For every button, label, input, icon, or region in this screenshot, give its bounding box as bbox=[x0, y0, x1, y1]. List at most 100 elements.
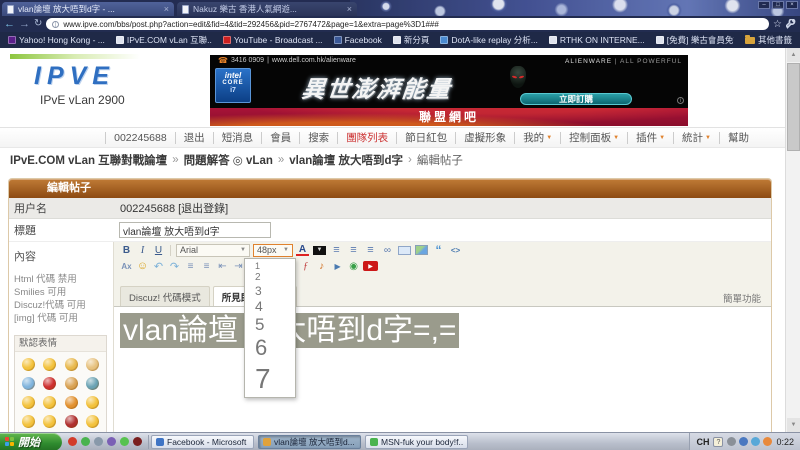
font-size-select[interactable]: 48px ▼ bbox=[253, 244, 293, 257]
smile-emoticon[interactable] bbox=[22, 358, 35, 371]
tray-update-icon[interactable] bbox=[763, 437, 772, 446]
back-icon[interactable]: ← bbox=[4, 17, 15, 31]
nav-item[interactable]: 團隊列表 bbox=[337, 132, 396, 144]
sweat-emoticon[interactable] bbox=[22, 415, 35, 428]
nav-item[interactable]: 搜索 bbox=[299, 132, 337, 144]
mad-emoticon[interactable] bbox=[65, 396, 78, 409]
taskbar-task-button[interactable]: vlan論壇 放大唔到d... bbox=[258, 435, 361, 449]
align-right-icon[interactable]: ≡ bbox=[364, 244, 377, 257]
ad-info-icon[interactable]: i bbox=[677, 97, 684, 104]
audio-icon[interactable]: ♪ bbox=[315, 260, 328, 273]
bookmark-item[interactable]: DotA-like replay 分析... bbox=[440, 34, 537, 46]
redo-icon[interactable]: ↷ bbox=[168, 260, 181, 273]
start-button[interactable]: 開始 bbox=[0, 433, 62, 450]
forward-icon[interactable]: → bbox=[19, 17, 30, 31]
maximize-button[interactable]: □ bbox=[772, 1, 784, 9]
remove-format-icon[interactable]: Ax bbox=[120, 260, 133, 273]
tab-close-icon[interactable]: × bbox=[164, 4, 169, 14]
clock-emoticon[interactable] bbox=[22, 377, 35, 390]
wrench-menu-icon[interactable] bbox=[786, 19, 796, 29]
font-family-select[interactable]: Arial ▼ bbox=[176, 244, 250, 257]
tab-close-icon[interactable]: × bbox=[347, 4, 352, 14]
flash-icon[interactable]: ƒ bbox=[299, 260, 312, 273]
tray-users-icon[interactable] bbox=[739, 437, 748, 446]
bookmark-item[interactable]: RTHK ON INTERNE... bbox=[549, 35, 645, 45]
code-icon[interactable]: <> bbox=[449, 244, 462, 257]
ad-order-button[interactable]: 立即訂購 bbox=[520, 93, 632, 105]
link-icon[interactable]: ∞ bbox=[381, 244, 394, 257]
align-center-icon[interactable]: ≡ bbox=[347, 244, 360, 257]
ad-sub-banner[interactable]: 聯盟網吧 bbox=[210, 108, 688, 126]
insert-smiley-icon[interactable]: ☺ bbox=[136, 260, 149, 273]
vertical-scrollbar[interactable]: ▲ ▼ bbox=[785, 48, 800, 432]
nav-item[interactable]: 虛擬形象 bbox=[455, 132, 514, 144]
chat-icon[interactable]: “ bbox=[432, 244, 445, 257]
bookmark-item[interactable]: 新分頁 bbox=[393, 34, 430, 46]
language-indicator[interactable]: CH bbox=[696, 437, 709, 447]
video-icon[interactable]: ▶ bbox=[331, 260, 344, 273]
image-icon[interactable] bbox=[415, 245, 428, 255]
breadcrumb-item[interactable]: vlan論壇 放大唔到d字 bbox=[289, 152, 403, 168]
help-icon[interactable]: ? bbox=[713, 437, 723, 447]
simple-mode-link[interactable]: 簡單功能 bbox=[723, 291, 761, 305]
laugh-emoticon[interactable] bbox=[43, 415, 56, 428]
taskbar-task-button[interactable]: MSN-fuk your body!f... bbox=[365, 435, 468, 449]
editor-content-area[interactable]: vlan論壇 放大唔到d字=,= bbox=[114, 306, 771, 432]
scrollbar-thumb[interactable] bbox=[787, 63, 800, 151]
media-icon[interactable]: ◉ bbox=[347, 260, 360, 273]
font-size-option[interactable]: 3 bbox=[245, 284, 295, 298]
nav-item[interactable]: 會員 bbox=[261, 132, 299, 144]
nav-item[interactable]: 控制面板 ▼ bbox=[560, 132, 627, 144]
minimize-button[interactable]: – bbox=[758, 1, 770, 9]
handshake-emoticon[interactable] bbox=[65, 377, 78, 390]
bookmark-item[interactable]: Facebook bbox=[334, 35, 382, 45]
browser-tab[interactable]: Nakuz 樂古 香港人氣網遊... × bbox=[177, 2, 357, 16]
font-size-option[interactable]: 5 bbox=[245, 315, 295, 335]
quicklaunch-icon-3[interactable] bbox=[94, 437, 103, 446]
quicklaunch-icon-4[interactable] bbox=[107, 437, 116, 446]
outdent-icon[interactable]: ⇤ bbox=[216, 260, 229, 273]
breadcrumb-item[interactable]: IPvE.COM vLan 互聯對戰論壇 bbox=[10, 152, 167, 168]
ordered-list-icon[interactable]: ≡ bbox=[184, 260, 197, 273]
tray-volume-icon[interactable] bbox=[727, 437, 736, 446]
nav-item[interactable]: 幫助 bbox=[719, 132, 757, 144]
close-button[interactable]: × bbox=[786, 1, 798, 9]
quicklaunch-icon-5[interactable] bbox=[120, 437, 129, 446]
nav-item[interactable]: 節日紅包 bbox=[396, 132, 455, 144]
font-size-option[interactable]: 2 bbox=[245, 272, 295, 284]
align-left-icon[interactable]: ≡ bbox=[330, 244, 343, 257]
quicklaunch-icon-1[interactable] bbox=[68, 437, 77, 446]
other-bookmarks-button[interactable]: 其他書籤 bbox=[745, 34, 792, 46]
font-size-option[interactable]: 7 bbox=[245, 362, 295, 396]
nav-item[interactable]: 統計 ▼ bbox=[673, 132, 719, 144]
bookmark-star-icon[interactable]: ☆ bbox=[773, 19, 782, 30]
taskbar-task-button[interactable]: Facebook - Microsoft I... bbox=[151, 435, 254, 449]
site-logo[interactable]: IPVE bbox=[34, 62, 115, 91]
smirk-emoticon[interactable] bbox=[22, 396, 35, 409]
underline-icon[interactable]: U bbox=[152, 244, 165, 257]
bookmark-item[interactable]: Yahoo! Hong Kong - ... bbox=[8, 35, 105, 45]
nav-item[interactable]: 短消息 bbox=[213, 132, 262, 144]
call-emoticon[interactable] bbox=[86, 377, 99, 390]
nav-item[interactable]: 我的 ▼ bbox=[514, 132, 560, 144]
quicklaunch-icon-2[interactable] bbox=[81, 437, 90, 446]
scroll-up-arrow[interactable]: ▲ bbox=[787, 48, 800, 62]
color-swatch-icon[interactable]: ▼ bbox=[313, 246, 326, 255]
quicklaunch-icon-6[interactable] bbox=[133, 437, 142, 446]
nav-item[interactable]: 002245688 bbox=[105, 132, 175, 144]
breadcrumb-item[interactable]: 問題解答 ◎ vLan bbox=[184, 152, 273, 168]
victory-emoticon[interactable] bbox=[86, 358, 99, 371]
shock-emoticon[interactable] bbox=[86, 415, 99, 428]
kiss-emoticon[interactable] bbox=[43, 377, 56, 390]
unordered-list-icon[interactable]: ≡ bbox=[200, 260, 213, 273]
cry-emoticon[interactable] bbox=[43, 396, 56, 409]
scroll-down-arrow[interactable]: ▼ bbox=[787, 418, 800, 432]
font-size-option[interactable]: 4 bbox=[245, 298, 295, 315]
fury-emoticon[interactable] bbox=[65, 415, 78, 428]
reload-icon[interactable]: ↻ bbox=[34, 17, 42, 31]
breadcrumb-item[interactable]: 編輯帖子 bbox=[417, 152, 463, 168]
nav-item[interactable]: 退出 bbox=[175, 132, 213, 144]
tray-network-icon[interactable] bbox=[751, 437, 760, 446]
subject-input[interactable] bbox=[119, 222, 271, 238]
grin-emoticon[interactable] bbox=[43, 358, 56, 371]
